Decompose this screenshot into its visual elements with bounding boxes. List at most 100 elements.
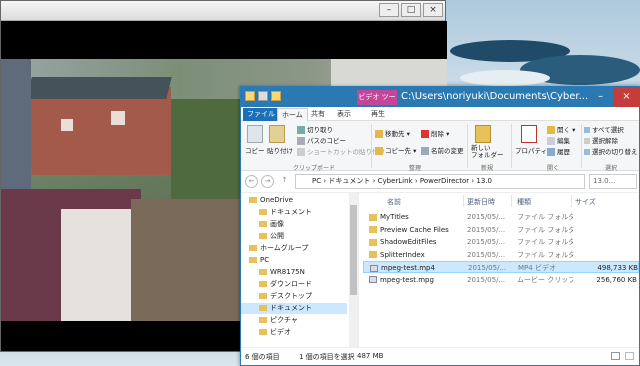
tab-view[interactable]: 表示 xyxy=(333,108,355,121)
nav-item[interactable]: デスクトップ xyxy=(241,291,347,302)
nav-item-label: ホームグループ xyxy=(260,244,309,252)
ribbon-separator xyxy=(511,124,512,168)
minimize-icon[interactable]: – xyxy=(379,3,399,17)
folder-icon xyxy=(369,226,377,233)
select-all-button[interactable]: すべて選択 xyxy=(584,124,624,134)
properties-icon[interactable] xyxy=(258,91,268,101)
paste-icon[interactable] xyxy=(269,125,285,143)
search-input[interactable]: 13.0... xyxy=(589,174,637,189)
copy-icon[interactable] xyxy=(247,125,263,143)
nav-item[interactable]: ダウンロード xyxy=(241,279,347,290)
crumb[interactable]: ドキュメント xyxy=(328,177,370,185)
column-separator[interactable] xyxy=(463,195,464,207)
brick-building xyxy=(31,87,171,175)
tab-share[interactable]: 共有 xyxy=(307,108,329,121)
new-folder-icon[interactable] xyxy=(475,125,491,143)
copy-button[interactable]: コピー xyxy=(245,145,265,155)
file-date: 2015/05/... xyxy=(467,213,506,221)
edit-button[interactable]: 編集 xyxy=(547,135,570,145)
close-icon[interactable]: × xyxy=(423,3,443,17)
file-size: 498,733 KB xyxy=(597,264,638,272)
move-to-button[interactable]: 移動先 ▾ xyxy=(375,128,410,138)
up-icon[interactable]: ↑ xyxy=(278,175,291,188)
nav-item[interactable]: 画像 xyxy=(241,219,347,230)
forward-icon[interactable]: → xyxy=(261,175,274,188)
nav-item[interactable]: 公開 xyxy=(241,231,347,242)
nav-item[interactable]: WR8175N xyxy=(241,267,347,278)
column-name[interactable]: 名前 xyxy=(387,197,401,207)
crumb[interactable]: CyberLink xyxy=(378,177,413,185)
crumb[interactable]: 13.0 xyxy=(476,177,492,185)
copy-to-button[interactable]: コピー先 ▾ xyxy=(375,145,416,155)
file-name: SplitterIndex xyxy=(369,249,467,261)
invert-selection-button[interactable]: 選択の切り替え xyxy=(584,146,638,156)
select-all-icon xyxy=(584,127,590,133)
file-size: 256,760 KB xyxy=(596,275,637,284)
column-separator[interactable] xyxy=(511,195,512,207)
item-count: 6 個の項目 xyxy=(245,353,280,361)
file-name: Preview Cache Files xyxy=(369,224,467,236)
large-icons-view-icon[interactable] xyxy=(625,352,634,360)
new-folder-icon[interactable] xyxy=(271,91,281,101)
file-row[interactable]: mpeg-test.mpg 2015/05/... ムービー クリップ 256,760… xyxy=(363,274,639,286)
nav-scrollbar[interactable] xyxy=(349,193,358,347)
history-button[interactable]: 履歴 xyxy=(547,146,570,156)
maximize-icon[interactable]: □ xyxy=(401,3,421,17)
column-size[interactable]: サイズ xyxy=(575,197,596,207)
delete-button[interactable]: 削除 ▾ xyxy=(421,128,449,138)
crumb[interactable]: PowerDirector xyxy=(420,177,469,185)
folder-icon xyxy=(259,293,267,299)
nav-item[interactable]: ホームグループ xyxy=(241,243,347,254)
file-row[interactable]: MyTitles 2015/05/... ファイル フォルダー xyxy=(363,211,639,223)
properties-button[interactable]: プロパティ xyxy=(515,145,547,155)
open-button[interactable]: 開く ▾ xyxy=(547,124,575,134)
nav-item[interactable]: ビデオ xyxy=(241,327,347,338)
shortcut-icon xyxy=(297,148,305,156)
nav-item-label: ドキュメント xyxy=(270,304,312,312)
file-date: 2015/05/... xyxy=(468,264,507,272)
copy-path-button[interactable]: パスのコピー xyxy=(297,135,346,145)
file-row[interactable]: SplitterIndex 2015/05/... ファイル フォルダー xyxy=(363,249,639,261)
nav-item[interactable]: PC xyxy=(241,255,347,266)
column-date[interactable]: 更新日時 xyxy=(467,197,495,207)
nav-item[interactable]: ドキュメント xyxy=(241,303,347,314)
crumb[interactable]: PC xyxy=(312,177,321,185)
folder-icon xyxy=(259,233,267,239)
folder-icon xyxy=(249,257,257,263)
nav-item-label: ドキュメント xyxy=(270,208,312,216)
open-icon xyxy=(547,126,555,134)
file-row[interactable]: Preview Cache Files 2015/05/... ファイル フォルダー xyxy=(363,224,639,236)
nav-item[interactable]: ピクチャ xyxy=(241,315,347,326)
video-tools-contextual-tab[interactable]: ビデオ ツール xyxy=(357,90,397,116)
scrollbar-thumb[interactable] xyxy=(350,205,357,295)
tab-home[interactable]: ホーム xyxy=(277,108,308,121)
nav-item[interactable]: ドキュメント xyxy=(241,207,347,218)
file-name-text: MyTitles xyxy=(380,213,409,221)
column-type[interactable]: 種類 xyxy=(517,197,531,207)
nav-item[interactable]: OneDrive xyxy=(241,195,347,206)
file-row[interactable]: ShadowEditFiles 2015/05/... ファイル フォルダー xyxy=(363,236,639,248)
new-folder-button[interactable]: 新しい フォルダー xyxy=(471,145,504,159)
file-date: 2015/05/... xyxy=(467,275,506,284)
properties-icon[interactable] xyxy=(521,125,537,143)
cut-button[interactable]: 切り取り xyxy=(297,124,333,134)
close-icon[interactable]: × xyxy=(613,87,640,107)
column-separator[interactable] xyxy=(571,195,572,207)
explorer-titlebar[interactable]: ビデオ ツール C:\Users\noriyuki\Documents\Cybe… xyxy=(241,87,640,116)
tab-file[interactable]: ファイル xyxy=(243,108,279,121)
file-row[interactable]: mpeg-test.mp4 2015/05/... MP4 ビデオ 498,733 K… xyxy=(363,261,639,273)
details-view-icon[interactable] xyxy=(611,352,620,360)
nav-item-label: PC xyxy=(260,256,270,264)
white-wall xyxy=(61,209,141,321)
minimize-icon[interactable]: – xyxy=(587,87,614,107)
address-input[interactable]: PC › ドキュメント › CyberLink › PowerDirector … xyxy=(295,174,585,189)
select-none-button[interactable]: 選択解除 xyxy=(584,135,618,145)
building-roof xyxy=(26,77,172,99)
back-icon[interactable]: ← xyxy=(245,175,258,188)
rename-button[interactable]: 名前の変更 xyxy=(421,145,464,155)
paste-button[interactable]: 貼り付け xyxy=(267,145,293,155)
status-bar: 6 個の項目 1 個の項目を選択 487 MB xyxy=(241,347,639,365)
player-titlebar[interactable]: – □ × xyxy=(1,1,445,21)
select-none-icon xyxy=(584,138,590,144)
tab-play[interactable]: 再生 xyxy=(367,108,389,121)
